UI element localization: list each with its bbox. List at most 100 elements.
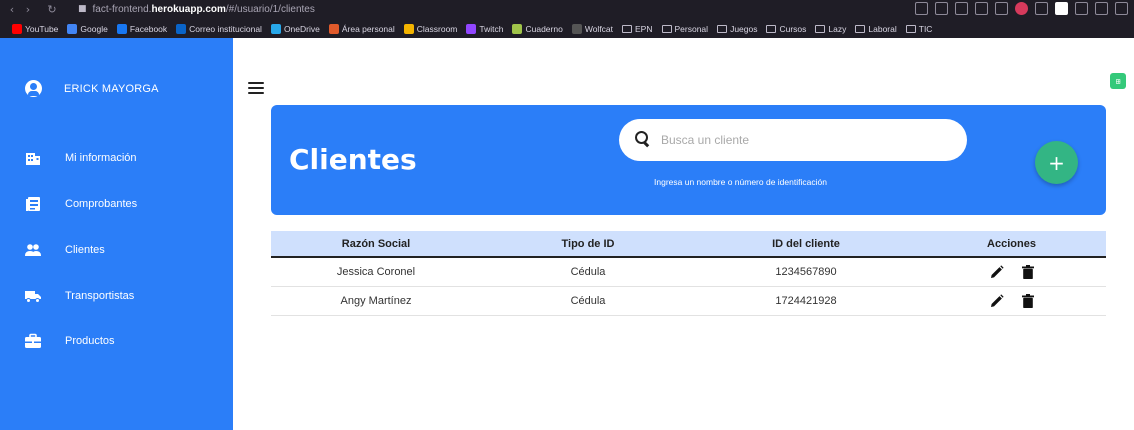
google-icon (67, 24, 78, 34)
sidebar-item-transportistas[interactable]: Transportistas (25, 287, 134, 305)
folder-icon (661, 25, 672, 33)
bookmark-twitch[interactable]: Twitch (466, 24, 503, 34)
puzzle-icon[interactable] (1075, 2, 1088, 15)
folder-icon (905, 25, 916, 33)
bookmark-label: Wolfcat (584, 24, 614, 34)
bookmark-label: Cuaderno (525, 24, 563, 34)
edit-icon[interactable] (990, 265, 1004, 279)
facebook-icon (116, 24, 127, 34)
building-icon (25, 150, 41, 166)
bookmark-label: Área personal (341, 24, 395, 34)
extension-icon[interactable] (1035, 2, 1048, 15)
bookmark-correo-institucional[interactable]: Correo institucional (176, 24, 262, 34)
bookmark-classroom[interactable]: Classroom (403, 24, 457, 34)
folder-icon (855, 25, 866, 33)
notebook-icon (512, 24, 523, 34)
bookmark-label: Juegos (730, 24, 758, 34)
clients-banner: Clientes Ingresa un nombre o número de i… (271, 105, 1106, 215)
column-header: ID del cliente (772, 237, 840, 250)
sidebar-item-label: Clientes (65, 244, 105, 256)
bookmark-youtube[interactable]: YouTube (12, 24, 58, 34)
address-bar[interactable]: ‹ › ↻ ■ fact-frontend.herokuapp.com/#/us… (0, 0, 1134, 18)
bookmark-label: Correo institucional (189, 24, 262, 34)
bookmark-epn[interactable]: EPN (622, 24, 653, 34)
sidebar-item-label: Transportistas (65, 290, 135, 302)
column-header: Tipo de ID (561, 237, 615, 250)
sidebar: ERICK MAYORGA Mi información Comprobante… (0, 38, 233, 430)
column-header: Acciones (987, 237, 1036, 250)
search-input[interactable] (661, 133, 941, 147)
search-icon (635, 131, 653, 149)
bookmark-label: Cursos (779, 24, 807, 34)
outlook-icon (176, 24, 187, 34)
notion-icon[interactable] (1055, 2, 1068, 15)
bookmark-wolfcat[interactable]: Wolfcat (571, 24, 614, 34)
cell-name: Angy Martínez (340, 295, 412, 307)
bookmark-lazy[interactable]: Lazy (815, 24, 846, 34)
bookmarks-bar: YouTube Google Facebook Correo instituciona… (0, 20, 1134, 38)
twitch-icon (466, 24, 477, 34)
cell-actions (917, 265, 1106, 279)
search-box[interactable] (619, 119, 967, 161)
lock-icon: ■ (78, 4, 87, 14)
wolfcat-icon (571, 24, 582, 34)
sidebar-item-productos[interactable]: Productos (25, 332, 115, 350)
cell-client-id: 1724421928 (775, 295, 837, 307)
bookmark-label: Google (80, 24, 108, 34)
bookmark-label: Lazy (828, 24, 847, 34)
cell-name: Jessica Coronel (336, 266, 416, 278)
bookmark-laboral[interactable]: Laboral (855, 24, 897, 34)
cell-id-type: Cédula (570, 266, 606, 278)
url-text[interactable]: fact-frontend.herokuapp.com/#/usuario/1/… (93, 4, 315, 15)
cell-actions (917, 294, 1106, 308)
bookmark-label: Personal (674, 24, 709, 34)
clients-table: Razón Social Tipo de ID ID del cliente A… (271, 231, 1106, 316)
play-icon[interactable] (975, 2, 988, 15)
page-title: Clientes (289, 143, 417, 176)
bookmark-label: Laboral (868, 24, 897, 34)
user-name: ERICK MAYORGA (64, 82, 159, 95)
heart-icon[interactable] (995, 2, 1008, 15)
extension-icons (915, 2, 1128, 15)
camera-icon[interactable] (935, 2, 948, 15)
bookmark-área-personal[interactable]: Área personal (328, 24, 395, 34)
bookmark-label: YouTube (25, 24, 59, 34)
download-icon[interactable] (1095, 2, 1108, 15)
bookmark-cuaderno[interactable]: Cuaderno (512, 24, 563, 34)
column-header: Razón Social (341, 237, 411, 250)
extension-badge-icon[interactable]: ⊞ (1110, 73, 1126, 89)
delete-icon[interactable] (1021, 265, 1034, 279)
edit-icon[interactable] (990, 294, 1004, 308)
bookmark-label: OneDrive (283, 24, 320, 34)
delete-icon[interactable] (1021, 294, 1034, 308)
moodle-icon (328, 24, 339, 34)
menu-toggle-icon[interactable] (248, 82, 264, 94)
user-avatar-icon (25, 80, 42, 97)
truck-icon (25, 288, 41, 304)
sidebar-item-clientes[interactable]: Clientes (25, 241, 105, 259)
reload-icon[interactable]: ↻ (44, 3, 60, 16)
bookmark-google[interactable]: Google (67, 24, 108, 34)
table-header: Razón Social Tipo de ID ID del cliente A… (271, 231, 1106, 258)
user-profile[interactable]: ERICK MAYORGA (25, 80, 159, 97)
bookmark-cursos[interactable]: Cursos (766, 24, 806, 34)
bookmark-tic[interactable]: TIC (905, 24, 932, 34)
close-circle-icon[interactable] (955, 2, 968, 15)
forward-icon[interactable]: › (20, 3, 36, 16)
sidebar-item-comprobantes[interactable]: Comprobantes (25, 195, 137, 213)
adblock-icon[interactable] (1015, 2, 1028, 15)
onedrive-icon (270, 24, 281, 34)
sidebar-item-mi-informacion[interactable]: Mi información (25, 149, 137, 167)
menu-icon[interactable] (1115, 2, 1128, 15)
bookmark-personal[interactable]: Personal (661, 24, 709, 34)
bookmark-facebook[interactable]: Facebook (116, 24, 167, 34)
screenshot-icon[interactable] (915, 2, 928, 15)
folder-icon (717, 25, 728, 33)
toolbox-icon (25, 333, 41, 349)
bookmark-onedrive[interactable]: OneDrive (270, 24, 320, 34)
youtube-icon (12, 24, 22, 34)
back-icon[interactable]: ‹ (4, 3, 20, 16)
sidebar-item-label: Productos (65, 335, 115, 347)
bookmark-juegos[interactable]: Juegos (717, 24, 757, 34)
add-client-button[interactable]: + (1035, 141, 1078, 184)
